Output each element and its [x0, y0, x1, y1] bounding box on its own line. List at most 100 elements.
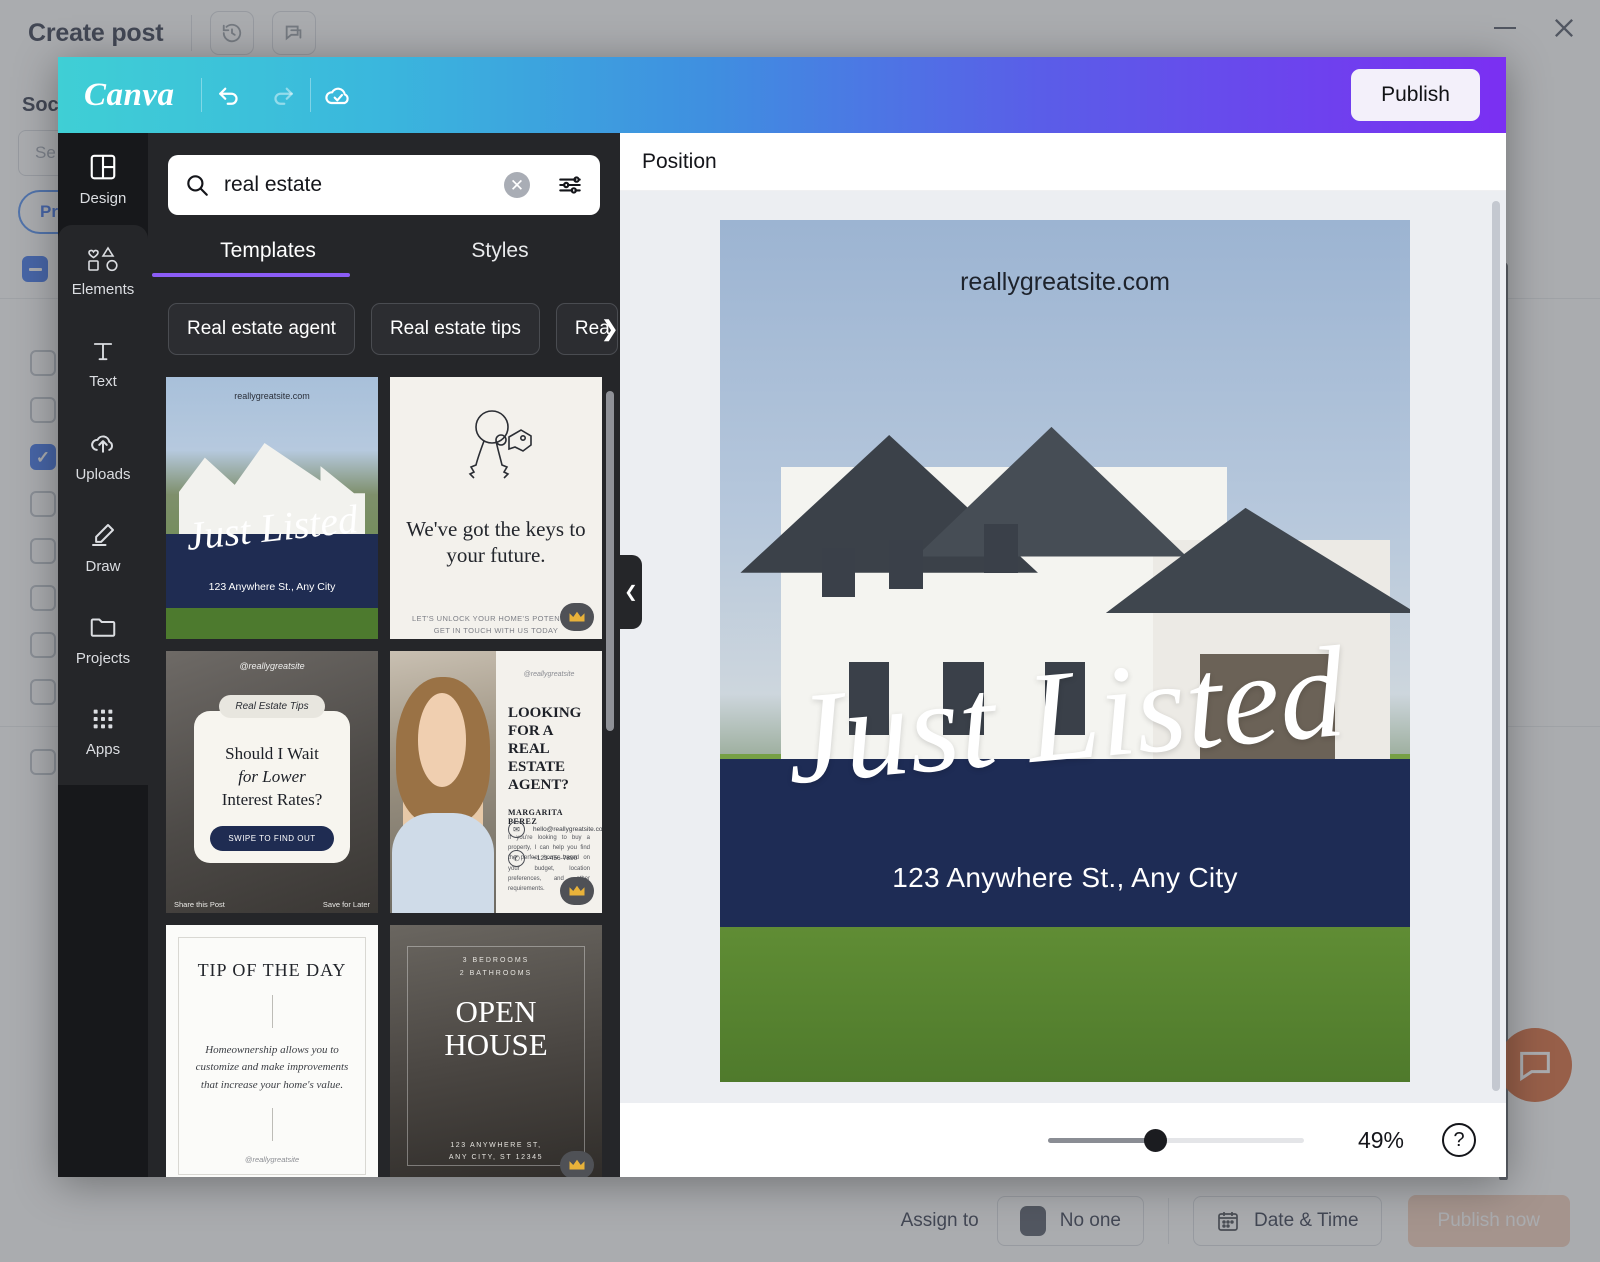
canva-body: Design Elements Text Uploads Draw Projec… — [58, 133, 1506, 1177]
sidebar-item-label: Elements — [71, 280, 135, 298]
template-subtitle: 3 BEDROOMS 2 BATHROOMS — [460, 955, 532, 980]
question-mark-icon[interactable]: ? — [1442, 1123, 1476, 1157]
share-label: Share this Post — [174, 900, 225, 909]
sidebar-item-design[interactable]: Design — [58, 133, 148, 225]
window — [821, 548, 856, 598]
zoom-slider-fill — [1047, 1137, 1156, 1143]
panel-scrollbar[interactable] — [606, 391, 614, 731]
sidebar-item-uploads[interactable]: Uploads — [58, 409, 148, 501]
template-cta: SWIPE TO FIND OUT — [210, 826, 334, 852]
template-thumbnail-keys[interactable]: We've got the keys to your future. LET'S… — [390, 377, 602, 639]
template-address: 123 Anywhere St., Any City — [208, 581, 336, 594]
sidebar-item-label: Projects — [75, 649, 131, 667]
chip-real-estate-tips[interactable]: Real estate tips — [370, 303, 540, 355]
save-label: Save for Later — [322, 900, 370, 909]
contact-list: ✉ hello@reallygreatsite.com ✆ +123-456-7… — [508, 821, 602, 867]
phone-value: +123-456-7890 — [533, 855, 578, 862]
bedrooms-label: 3 BEDROOMS — [462, 957, 530, 964]
redo-icon[interactable] — [256, 73, 310, 117]
template-quote: Homeownership allows you to customize an… — [195, 1044, 349, 1091]
panel-collapse-button[interactable]: ❮ — [620, 555, 642, 629]
pro-crown-icon — [560, 1151, 594, 1177]
zoom-slider[interactable] — [1047, 1128, 1304, 1152]
filter-icon[interactable] — [556, 172, 584, 198]
template-thumbnail-just-listed[interactable]: reallygreatsite.com Just Listed 123 Anyw… — [166, 377, 378, 639]
footer-line-2: GET IN TOUCH WITH US TODAY — [433, 625, 559, 635]
template-headline: OPEN HOUSE — [444, 996, 547, 1061]
window — [889, 540, 923, 589]
canva-header: Canva Publish — [58, 57, 1506, 133]
draw-icon — [92, 523, 114, 546]
cloud-saved-icon[interactable] — [311, 73, 365, 117]
phone-icon: ✆ — [508, 850, 525, 867]
email-value: hello@reallygreatsite.com — [533, 826, 602, 833]
design-canvas[interactable]: reallygreatsite.com Just Listed 123 Anyw… — [720, 220, 1410, 1082]
template-card: Real Estate Tips Should I Wait for Lower… — [193, 695, 351, 864]
search-input[interactable]: real estate — [224, 173, 490, 197]
template-thumbnail-interest-rates[interactable]: @reallygreatsite Real Estate Tips Should… — [166, 651, 378, 913]
shirt — [392, 813, 494, 913]
divider — [271, 995, 273, 1029]
agent-photo — [390, 651, 496, 913]
contact-phone: ✆ +123-456-7890 — [508, 850, 602, 867]
zoom-slider-knob[interactable] — [1143, 1128, 1167, 1152]
footer-line-3: +123-456-7890 | @REALLYGREATSITE — [412, 637, 580, 640]
footer-line-1: LET'S UNLOCK YOUR HOME'S POTENTIAL! — [411, 613, 580, 623]
canvas-scroll-area[interactable]: reallygreatsite.com Just Listed 123 Anyw… — [620, 191, 1506, 1103]
template-search-box[interactable]: real estate ✕ — [168, 155, 600, 215]
canvas-scrollbar[interactable] — [1492, 201, 1500, 1091]
canva-logo: Canva — [84, 76, 175, 113]
face — [417, 692, 467, 788]
template-pill: Real Estate Tips — [219, 695, 325, 719]
template-thumbnail-looking-for-agent[interactable]: @reallygreatsite LOOKING FOR A REAL ESTA… — [390, 651, 602, 913]
publish-button[interactable]: Publish — [1351, 69, 1480, 121]
suggestion-chips: Real estate agent Real estate tips Rea ❯ — [148, 277, 620, 355]
address-line-1: 123 ANYWHERE ST, — [450, 1141, 542, 1149]
panel-tabs: Templates Styles — [148, 239, 620, 277]
projects-icon — [90, 618, 116, 637]
template-footer: @reallygreatsite — [244, 1155, 300, 1164]
template-thumbnail-tip-of-the-day[interactable]: TIP OF THE DAY Homeownership allows you … — [166, 925, 378, 1177]
zoom-bar: 49% ? — [620, 1103, 1506, 1177]
template-grid: reallygreatsite.com Just Listed 123 Anyw… — [148, 355, 620, 1177]
template-handle: @reallygreatsite — [523, 671, 575, 678]
template-footer: Share this Post Save for Later — [166, 900, 378, 909]
uploads-icon — [91, 435, 113, 453]
sidebar-item-label: Apps — [85, 740, 121, 758]
sidebar-item-label: Uploads — [75, 465, 131, 483]
bathrooms-label: 2 BATHROOMS — [459, 969, 533, 977]
chip-real-estate-agent[interactable]: Real estate agent — [168, 303, 355, 355]
headline-line-1: OPEN — [455, 994, 537, 1030]
template-headline: Should I Wait for Lower Interest Rates? — [222, 743, 323, 812]
template-handle: @reallygreatsite — [239, 661, 305, 671]
sidebar-item-elements[interactable]: Elements — [58, 225, 148, 317]
pro-crown-icon — [560, 877, 594, 905]
design-site-text: reallygreatsite.com — [960, 268, 1170, 296]
templates-panel: real estate ✕ Templates Styles Real esta… — [148, 133, 620, 1177]
sidebar-item-label: Draw — [85, 557, 121, 575]
headline-line-1: Should I Wait — [225, 744, 319, 764]
contact-email: ✉ hello@reallygreatsite.com — [508, 821, 602, 838]
design-address: 123 Anywhere St., Any City — [892, 862, 1238, 894]
canva-left-rail: Design Elements Text Uploads Draw Projec… — [58, 133, 148, 1177]
template-thumbnail-open-house[interactable]: 3 BEDROOMS 2 BATHROOMS OPEN HOUSE 123 AN… — [390, 925, 602, 1177]
sidebar-item-apps[interactable]: Apps — [58, 685, 148, 777]
divider — [271, 1107, 273, 1141]
tab-styles[interactable]: Styles — [384, 239, 616, 277]
tab-templates[interactable]: Templates — [152, 239, 384, 277]
sidebar-item-text[interactable]: Text — [58, 317, 148, 409]
position-button[interactable]: Position — [642, 150, 717, 174]
sidebar-item-draw[interactable]: Draw — [58, 501, 148, 593]
zoom-percent-label: 49% — [1357, 1126, 1404, 1153]
template-headline: LOOKING FOR A REAL ESTATE AGENT? — [508, 705, 582, 793]
undo-icon[interactable] — [202, 73, 256, 117]
keys-icon — [444, 407, 549, 502]
sidebar-item-projects[interactable]: Projects — [58, 593, 148, 685]
template-site: reallygreatsite.com — [234, 391, 310, 401]
address-line-2: ANY CITY, ST 12345 — [448, 1154, 544, 1162]
text-icon — [93, 342, 113, 360]
template-headline: We've got the keys to your future. — [406, 517, 586, 568]
clear-icon[interactable]: ✕ — [504, 172, 530, 198]
pro-crown-icon — [560, 603, 594, 631]
chip-real-estate-more[interactable]: Rea ❯ — [555, 303, 618, 355]
